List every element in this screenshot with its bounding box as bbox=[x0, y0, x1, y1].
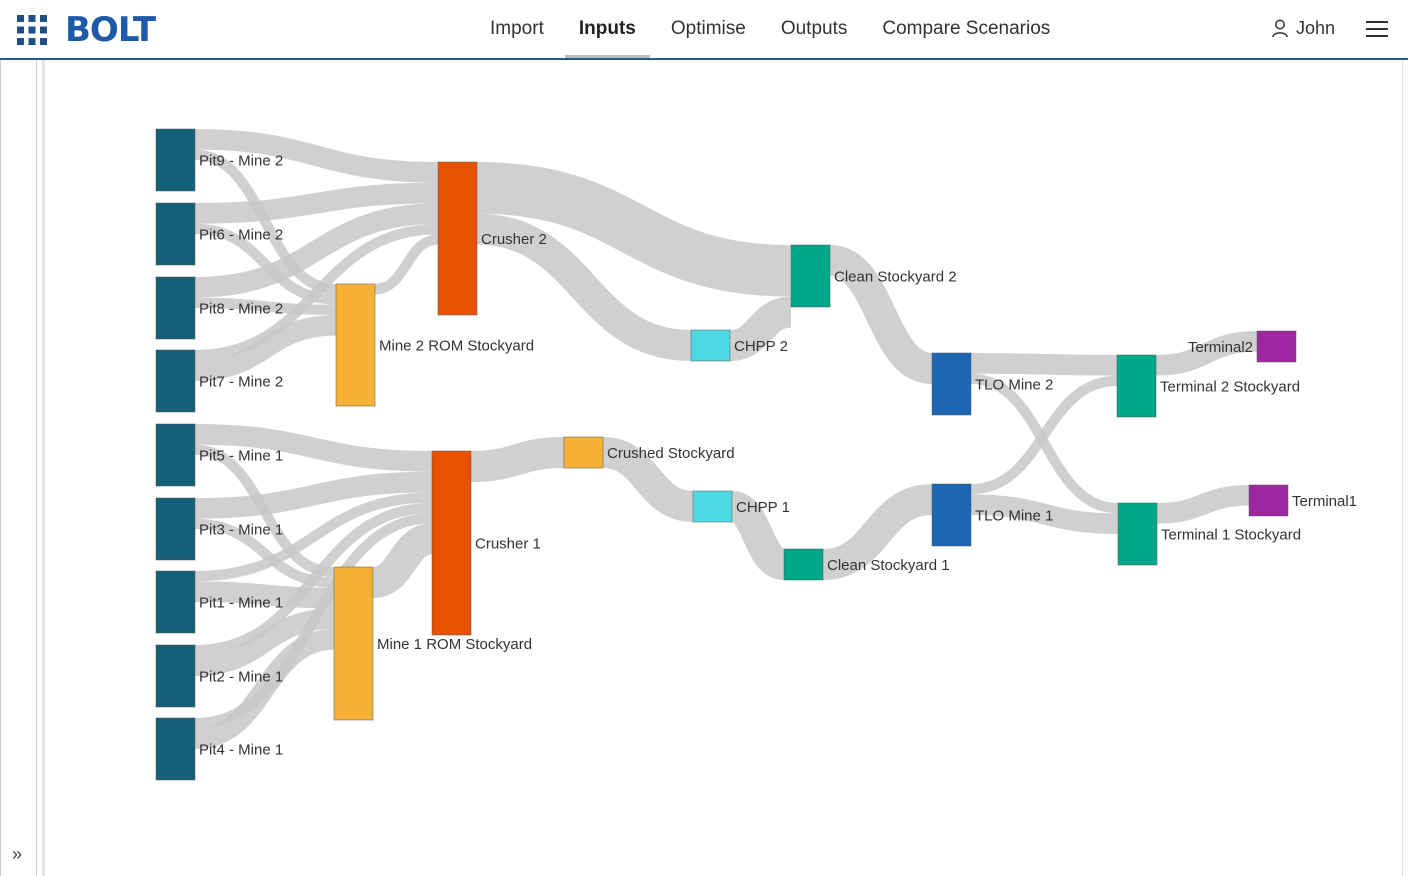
sankey-link-crusher1-to-crushedsy[interactable] bbox=[470, 437, 565, 482]
sankey-node-label: Pit4 - Mine 1 bbox=[199, 741, 283, 758]
tab-optimise[interactable]: Optimise bbox=[657, 0, 760, 58]
sankey-node-label: Pit8 - Mine 2 bbox=[199, 300, 283, 317]
sankey-node-label: Pit6 - Mine 2 bbox=[199, 226, 283, 243]
sankey-node-label: Clean Stockyard 1 bbox=[827, 557, 950, 574]
sankey-node-label: TLO Mine 1 bbox=[975, 507, 1053, 524]
sankey-node-bar[interactable] bbox=[783, 548, 824, 581]
sankey-node-bar[interactable] bbox=[563, 436, 604, 469]
sankey-link-tlo2-to-t2sy[interactable] bbox=[970, 352, 1118, 376]
sankey-node-bar[interactable] bbox=[1256, 330, 1297, 363]
sankey-node-bar[interactable] bbox=[931, 352, 972, 416]
sankey-node-label: Clean Stockyard 2 bbox=[834, 268, 957, 285]
sankey-node-m2rom[interactable]: Mine 2 ROM Stockyard bbox=[335, 283, 534, 407]
sankey-node-label: Crusher 1 bbox=[475, 535, 541, 552]
sankey-panel: Pit9 - Mine 2 Pit6 - Mine 2 Pit8 - Mine 2 P… bbox=[42, 60, 1403, 876]
sankey-link-m2rom-to-crusher2[interactable] bbox=[374, 234, 439, 295]
sankey-node-bar[interactable] bbox=[1248, 484, 1289, 517]
sankey-node-bar[interactable] bbox=[437, 161, 478, 316]
sankey-node-bar[interactable] bbox=[155, 128, 196, 192]
sankey-node-label: Terminal 2 Stockyard bbox=[1160, 378, 1300, 395]
sankey-node-label: Pit5 - Mine 1 bbox=[199, 447, 283, 464]
sankey-node-bar[interactable] bbox=[155, 570, 196, 634]
sankey-node-bar[interactable] bbox=[155, 497, 196, 561]
sankey-node-bar[interactable] bbox=[155, 276, 196, 340]
tab-inputs[interactable]: Inputs bbox=[564, 0, 650, 58]
double-chevron-right-icon[interactable]: » bbox=[12, 844, 22, 864]
apps-grid-icon[interactable] bbox=[17, 15, 47, 45]
sankey-link-m1rom-to-crusher1[interactable] bbox=[370, 523, 435, 598]
sankey-node-label: Pit3 - Mine 1 bbox=[199, 521, 283, 538]
sankey-node-bar[interactable] bbox=[335, 283, 376, 407]
sankey-node-bar[interactable] bbox=[1116, 354, 1157, 418]
sankey-node-bar[interactable] bbox=[155, 202, 196, 266]
sankey-node-t2sy[interactable]: Terminal 2 Stockyard bbox=[1116, 354, 1300, 418]
sankey-node-bar[interactable] bbox=[333, 566, 374, 721]
sankey-node-label: Pit1 - Mine 1 bbox=[199, 594, 283, 611]
sankey-node-bar[interactable] bbox=[155, 349, 196, 413]
sankey-node-bar[interactable] bbox=[431, 450, 472, 636]
hamburger-menu-icon[interactable] bbox=[1366, 20, 1388, 38]
sankey-node-label: Mine 1 ROM Stockyard bbox=[377, 636, 532, 653]
sankey-node-bar[interactable] bbox=[155, 717, 196, 781]
tab-import[interactable]: Import bbox=[476, 0, 558, 58]
sankey-node-bar[interactable] bbox=[790, 244, 831, 308]
user-menu[interactable]: John bbox=[1272, 18, 1335, 39]
sankey-node-bar[interactable] bbox=[931, 483, 972, 547]
sankey-node-label: Terminal2 bbox=[1188, 339, 1253, 356]
tab-outputs[interactable]: Outputs bbox=[767, 0, 862, 58]
left-rail bbox=[0, 60, 37, 876]
tab-compare-scenarios[interactable]: Compare Scenarios bbox=[868, 0, 1064, 58]
sankey-node-bar[interactable] bbox=[1117, 502, 1158, 566]
sankey-link-tlo1-to-t2sy[interactable] bbox=[970, 375, 1118, 495]
sankey-node-label: Pit2 - Mine 1 bbox=[199, 668, 283, 685]
sankey-node-label: Crushed Stockyard bbox=[607, 445, 735, 462]
sankey-node-tlo1[interactable]: TLO Mine 1 bbox=[931, 483, 1053, 547]
sankey-node-label: Pit9 - Mine 2 bbox=[199, 152, 283, 169]
sankey-node-terminal1[interactable]: Terminal1 bbox=[1248, 484, 1357, 517]
sankey-chart: Pit9 - Mine 2 Pit6 - Mine 2 Pit8 - Mine 2 P… bbox=[155, 128, 1357, 781]
top-navigation-bar: BOLT Import Inputs Optimise Outputs Comp… bbox=[0, 0, 1408, 60]
sankey-node-bar[interactable] bbox=[690, 329, 731, 362]
sankey-link-t1sy-to-terminal1[interactable] bbox=[1156, 484, 1250, 524]
sankey-node-label: TLO Mine 2 bbox=[975, 376, 1053, 393]
sankey-node-bar[interactable] bbox=[155, 644, 196, 708]
sankey-node-bar[interactable] bbox=[692, 490, 733, 523]
main-nav: Import Inputs Optimise Outputs Compare S… bbox=[476, 0, 1071, 58]
sankey-node-label: CHPP 1 bbox=[736, 499, 790, 516]
sankey-node-label: CHPP 2 bbox=[734, 338, 788, 355]
sankey-node-label: Terminal 1 Stockyard bbox=[1161, 526, 1301, 543]
user-icon bbox=[1272, 19, 1288, 37]
sankey-node-label: Terminal1 bbox=[1292, 493, 1357, 510]
sankey-node-label: Pit7 - Mine 2 bbox=[199, 373, 283, 390]
sankey-link-clean1-to-tlo1[interactable] bbox=[821, 484, 934, 580]
sankey-node-label: Mine 2 ROM Stockyard bbox=[379, 337, 534, 354]
sankey-node-label: Crusher 2 bbox=[481, 231, 547, 248]
app-logo[interactable]: BOLT bbox=[65, 9, 156, 51]
user-name: John bbox=[1296, 18, 1336, 38]
sankey-node-bar[interactable] bbox=[155, 423, 196, 487]
